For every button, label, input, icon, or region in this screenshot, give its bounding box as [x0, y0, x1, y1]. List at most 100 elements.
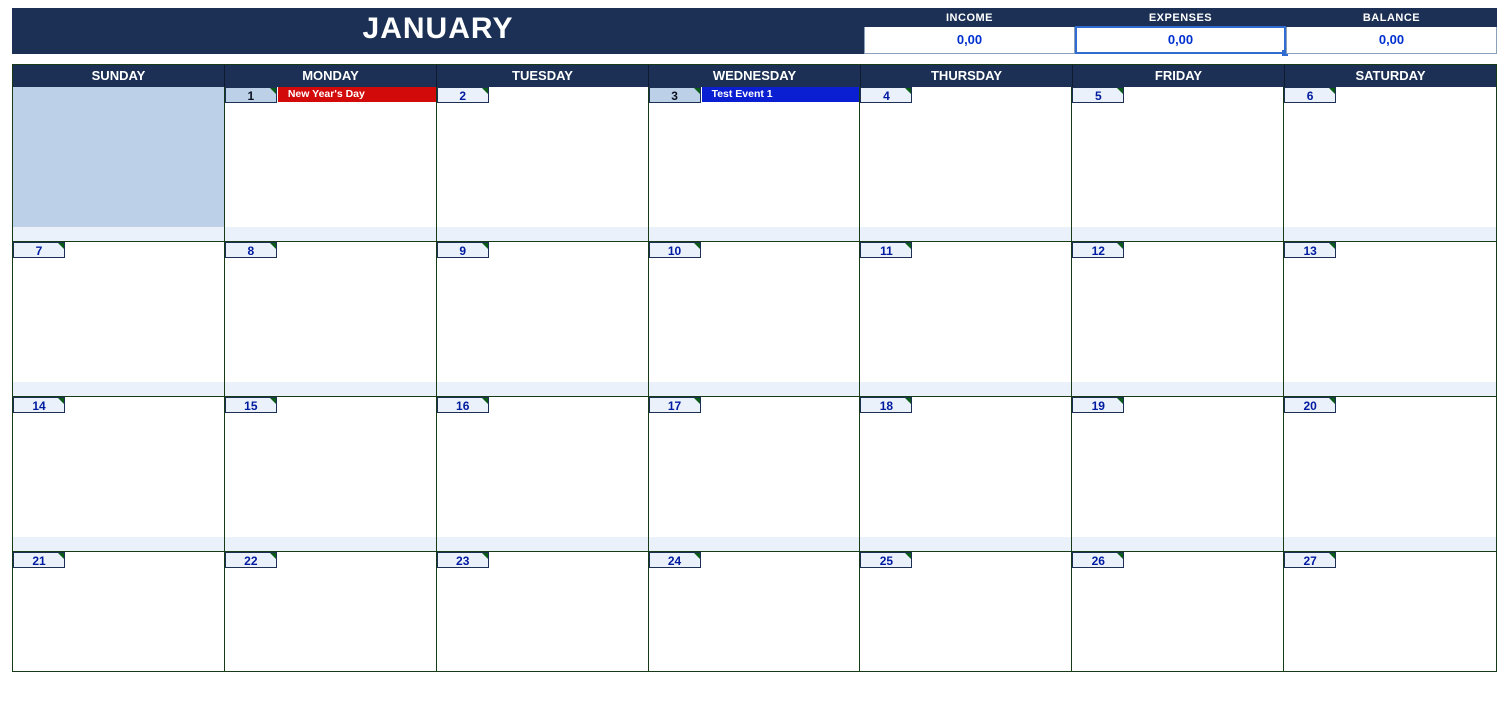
date-number: 18 — [860, 397, 912, 413]
day-cell-footer — [1284, 537, 1496, 551]
day-cell[interactable]: 9 — [437, 242, 649, 397]
day-cell[interactable]: 7 — [13, 242, 225, 397]
weekday-header: FRIDAY — [1073, 65, 1285, 87]
date-number: 11 — [860, 242, 912, 258]
summary-region: INCOME 0,00 EXPENSES 0,00 BALANCE 0,00 — [864, 8, 1497, 54]
day-cell[interactable]: 24 — [649, 552, 861, 672]
weekday-header-row: SUNDAY MONDAY TUESDAY WEDNESDAY THURSDAY… — [13, 65, 1496, 87]
calendar-body: 1New Year's Day23Test Event 145678910111… — [13, 87, 1496, 672]
summary-balance: BALANCE 0,00 — [1286, 8, 1497, 54]
day-cell-footer — [1072, 382, 1283, 396]
date-number: 24 — [649, 552, 701, 568]
day-cell[interactable]: 27 — [1284, 552, 1496, 672]
weekday-header: SUNDAY — [13, 65, 225, 87]
day-cell[interactable]: 1New Year's Day — [225, 87, 437, 242]
summary-balance-label: BALANCE — [1286, 8, 1497, 27]
day-cell[interactable]: 21 — [13, 552, 225, 672]
date-number: 1 — [225, 87, 277, 103]
day-cell-footer — [13, 227, 224, 241]
day-cell-footer — [860, 537, 1071, 551]
day-cell-footer — [860, 227, 1071, 241]
date-number: 13 — [1284, 242, 1336, 258]
day-cell[interactable]: 5 — [1072, 87, 1284, 242]
day-cell[interactable]: 2 — [437, 87, 649, 242]
day-cell-footer — [225, 227, 436, 241]
day-cell-footer — [860, 382, 1071, 396]
day-cell[interactable]: 16 — [437, 397, 649, 552]
day-cell-footer — [13, 537, 224, 551]
day-cell[interactable]: 13 — [1284, 242, 1496, 397]
day-cell-footer — [437, 537, 648, 551]
date-number: 23 — [437, 552, 489, 568]
day-cell-footer — [649, 537, 860, 551]
weekday-header: SATURDAY — [1285, 65, 1496, 87]
date-number: 4 — [860, 87, 912, 103]
day-cell[interactable] — [13, 87, 225, 242]
day-cell[interactable]: 17 — [649, 397, 861, 552]
day-cell[interactable]: 25 — [860, 552, 1072, 672]
date-number: 25 — [860, 552, 912, 568]
top-bar: JANUARY INCOME 0,00 EXPENSES 0,00 BALANC… — [12, 8, 1497, 54]
calendar-event[interactable]: Test Event 1 — [702, 87, 860, 102]
date-number: 16 — [437, 397, 489, 413]
day-cell-footer — [1072, 227, 1283, 241]
date-number: 27 — [1284, 552, 1336, 568]
weekday-header: THURSDAY — [861, 65, 1073, 87]
calendar-event[interactable]: New Year's Day — [278, 87, 436, 102]
day-cell-footer — [649, 382, 860, 396]
summary-balance-value[interactable]: 0,00 — [1286, 27, 1497, 54]
day-cell[interactable]: 15 — [225, 397, 437, 552]
day-cell[interactable]: 23 — [437, 552, 649, 672]
summary-expenses-value[interactable]: 0,00 — [1075, 27, 1286, 54]
weekday-header: TUESDAY — [437, 65, 649, 87]
day-cell-footer — [1284, 382, 1496, 396]
day-cell-footer — [225, 537, 436, 551]
day-cell[interactable]: 18 — [860, 397, 1072, 552]
day-cell[interactable]: 19 — [1072, 397, 1284, 552]
day-cell-footer — [13, 382, 224, 396]
date-number: 9 — [437, 242, 489, 258]
summary-income: INCOME 0,00 — [864, 8, 1075, 54]
date-number: 14 — [13, 397, 65, 413]
day-cell[interactable]: 22 — [225, 552, 437, 672]
day-cell-footer — [1284, 227, 1496, 241]
summary-expenses: EXPENSES 0,00 — [1075, 8, 1286, 54]
date-number: 6 — [1284, 87, 1336, 103]
month-title: JANUARY — [12, 8, 864, 54]
date-number: 19 — [1072, 397, 1124, 413]
day-cell-footer — [225, 382, 436, 396]
date-number: 8 — [225, 242, 277, 258]
summary-income-value[interactable]: 0,00 — [864, 27, 1075, 54]
date-number: 17 — [649, 397, 701, 413]
date-number: 20 — [1284, 397, 1336, 413]
date-number: 3 — [649, 87, 701, 103]
date-number: 2 — [437, 87, 489, 103]
weekday-header: MONDAY — [225, 65, 437, 87]
day-cell-footer — [1072, 537, 1283, 551]
day-cell-footer — [649, 227, 860, 241]
day-cell[interactable]: 3Test Event 1 — [649, 87, 861, 242]
day-cell[interactable]: 4 — [860, 87, 1072, 242]
weekday-header: WEDNESDAY — [649, 65, 861, 87]
day-cell[interactable]: 14 — [13, 397, 225, 552]
date-number: 7 — [13, 242, 65, 258]
summary-income-label: INCOME — [864, 8, 1075, 27]
date-number: 26 — [1072, 552, 1124, 568]
day-cell[interactable]: 10 — [649, 242, 861, 397]
date-number: 12 — [1072, 242, 1124, 258]
date-number: 22 — [225, 552, 277, 568]
day-cell[interactable]: 12 — [1072, 242, 1284, 397]
date-number: 10 — [649, 242, 701, 258]
date-number: 5 — [1072, 87, 1124, 103]
calendar: SUNDAY MONDAY TUESDAY WEDNESDAY THURSDAY… — [12, 64, 1497, 672]
day-cell[interactable]: 20 — [1284, 397, 1496, 552]
day-cell[interactable]: 8 — [225, 242, 437, 397]
day-cell[interactable]: 6 — [1284, 87, 1496, 242]
day-cell-footer — [437, 382, 648, 396]
date-number: 15 — [225, 397, 277, 413]
day-cell[interactable]: 26 — [1072, 552, 1284, 672]
summary-expenses-label: EXPENSES — [1075, 8, 1286, 27]
day-cell-footer — [437, 227, 648, 241]
day-cell[interactable]: 11 — [860, 242, 1072, 397]
date-number: 21 — [13, 552, 65, 568]
